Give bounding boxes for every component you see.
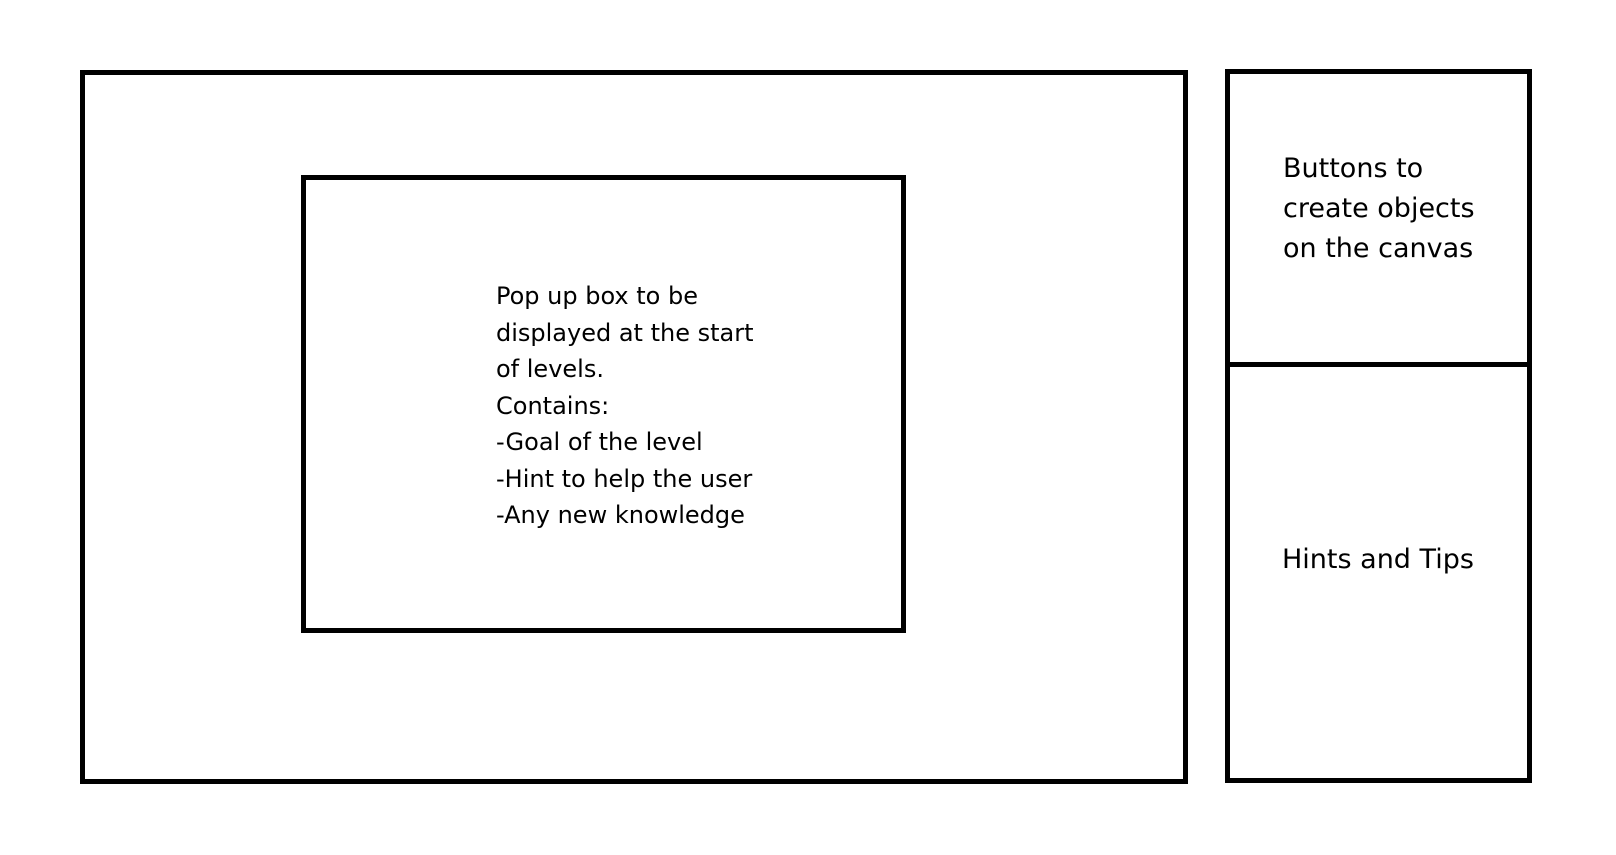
popup-line: displayed at the start — [496, 318, 754, 347]
popup-description: Pop up box to be displayed at the start … — [496, 278, 754, 534]
popup-line: of levels. — [496, 355, 604, 383]
popup-line: -Hint to help the user — [496, 464, 753, 493]
popup-line: Contains: — [496, 391, 610, 420]
side-panel-divider — [1225, 362, 1532, 367]
hints-section-label: Hints and Tips — [1282, 544, 1474, 575]
buttons-section-line: Buttons to — [1283, 153, 1424, 184]
buttons-section-line: create objects — [1283, 193, 1475, 224]
buttons-section-label: Buttons to create objects on the canvas — [1283, 149, 1475, 269]
popup-line: -Goal of the level — [496, 428, 703, 456]
popup-line: -Any new knowledge — [496, 501, 745, 529]
popup-line: Pop up box to be — [496, 282, 698, 310]
buttons-section-line: on the canvas — [1283, 233, 1474, 264]
